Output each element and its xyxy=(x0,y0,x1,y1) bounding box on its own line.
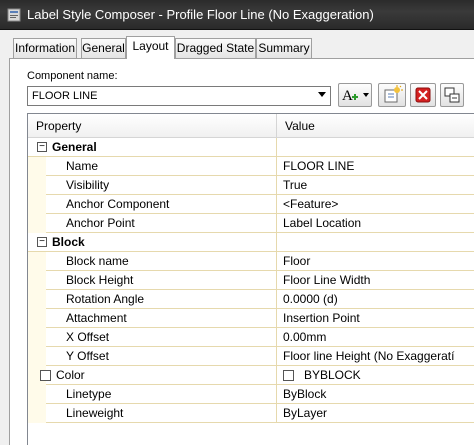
row-gutter xyxy=(28,271,46,290)
column-header-property[interactable]: Property xyxy=(28,114,81,138)
app-icon xyxy=(7,8,21,22)
add-component-icon: A xyxy=(342,88,369,104)
property-name-color: Color xyxy=(38,366,276,385)
property-value[interactable]: Floor xyxy=(276,252,474,271)
property-value[interactable]: True xyxy=(276,176,474,195)
row-gutter xyxy=(28,252,46,271)
tab-summary[interactable]: Summary xyxy=(256,38,312,58)
category-block-value xyxy=(276,233,474,252)
delete-component-icon xyxy=(415,87,431,103)
row-gutter xyxy=(28,385,46,404)
tab-information-label: Information xyxy=(14,41,76,55)
draw-order-icon xyxy=(444,87,460,103)
category-block[interactable]: − Block xyxy=(28,233,474,252)
property-name: Name xyxy=(66,159,99,173)
property-name: Color xyxy=(56,368,85,382)
color-swatch xyxy=(283,370,294,381)
property-row-color[interactable]: Color BYBLOCK xyxy=(28,366,474,385)
property-row-lineweight[interactable]: Lineweight ByLayer xyxy=(28,404,474,423)
copy-component-icon xyxy=(384,85,403,103)
property-name: Block name xyxy=(66,254,129,268)
property-name: Visibility xyxy=(66,178,110,192)
property-value[interactable]: Floor line Height (No Exaggeratí xyxy=(276,347,474,366)
row-gutter xyxy=(28,309,46,328)
tab-dragged-state-label: Dragged State xyxy=(176,41,255,55)
property-name: Rotation Angle xyxy=(66,292,145,306)
property-row-attachment[interactable]: Attachment Insertion Point xyxy=(28,309,474,328)
property-value[interactable]: 0.0000 (d) xyxy=(276,290,474,309)
window-title: Label Style Composer - Profile Floor Lin… xyxy=(27,7,374,22)
property-name: X Offset xyxy=(66,330,110,344)
property-row-block-height[interactable]: Block Height Floor Line Width xyxy=(28,271,474,290)
property-value[interactable]: ByBlock xyxy=(276,385,474,404)
component-name-dropdown[interactable]: FLOOR LINE xyxy=(27,86,331,106)
property-name: Block Height xyxy=(66,273,134,287)
color-override-checkbox[interactable] xyxy=(40,370,51,381)
property-grid[interactable]: Property Value − General Name FLOOR LINE… xyxy=(27,113,474,445)
component-name-label: Component name: xyxy=(27,70,118,82)
tab-dragged-state[interactable]: Dragged State xyxy=(175,38,256,58)
title-bar[interactable]: Label Style Composer - Profile Floor Lin… xyxy=(0,0,474,30)
row-gutter xyxy=(28,328,46,347)
row-gutter xyxy=(28,290,46,309)
tab-information[interactable]: Information xyxy=(13,38,77,58)
tab-layout-label: Layout xyxy=(132,39,169,53)
property-row-rotation-angle[interactable]: Rotation Angle 0.0000 (d) xyxy=(28,290,474,309)
tab-general[interactable]: General xyxy=(81,38,126,58)
property-name: Anchor Component xyxy=(66,197,170,211)
property-value[interactable]: ByLayer xyxy=(276,404,474,423)
grid-header: Property Value xyxy=(28,114,474,138)
tab-summary-label: Summary xyxy=(258,41,310,55)
copy-component-button[interactable] xyxy=(378,83,406,107)
property-row-name[interactable]: Name FLOOR LINE xyxy=(28,157,474,176)
row-gutter xyxy=(28,347,46,366)
row-gutter xyxy=(28,214,46,233)
row-gutter xyxy=(28,404,46,423)
category-general-value xyxy=(276,138,474,157)
property-row-anchor-point[interactable]: Anchor Point Label Location xyxy=(28,214,474,233)
property-value[interactable]: <Feature> xyxy=(276,195,474,214)
component-name-value: FLOOR LINE xyxy=(32,90,98,102)
category-block-label: Block xyxy=(52,235,85,249)
property-row-y-offset[interactable]: Y Offset Floor line Height (No Exaggerat… xyxy=(28,347,474,366)
tab-general-label: General xyxy=(82,41,125,55)
draw-order-button[interactable] xyxy=(440,83,464,107)
property-row-linetype[interactable]: Linetype ByBlock xyxy=(28,385,474,404)
category-general-label: General xyxy=(52,140,97,154)
property-name: Y Offset xyxy=(66,349,109,363)
property-name: Linetype xyxy=(66,387,112,401)
property-row-x-offset[interactable]: X Offset 0.00mm xyxy=(28,328,474,347)
svg-text:A: A xyxy=(342,88,353,104)
add-component-button[interactable]: A xyxy=(338,83,372,107)
column-header-value[interactable]: Value xyxy=(277,114,315,138)
row-gutter xyxy=(28,157,46,176)
property-value[interactable]: Insertion Point xyxy=(276,309,474,328)
property-row-block-name[interactable]: Block name Floor xyxy=(28,252,474,271)
property-name: Lineweight xyxy=(66,406,124,420)
property-name: Attachment xyxy=(66,311,127,325)
category-general[interactable]: − General xyxy=(28,138,474,157)
property-row-anchor-component[interactable]: Anchor Component <Feature> xyxy=(28,195,474,214)
delete-component-button[interactable] xyxy=(410,83,436,107)
property-value-color[interactable]: BYBLOCK xyxy=(276,366,474,385)
property-value[interactable]: Floor Line Width xyxy=(276,271,474,290)
property-name: Anchor Point xyxy=(66,216,135,230)
chevron-down-icon xyxy=(318,92,326,97)
row-gutter xyxy=(28,176,46,195)
property-value: BYBLOCK xyxy=(304,368,361,382)
property-value[interactable]: FLOOR LINE xyxy=(276,157,474,176)
row-gutter xyxy=(28,195,46,214)
property-value[interactable]: Label Location xyxy=(276,214,474,233)
tab-layout[interactable]: Layout xyxy=(126,36,175,59)
property-row-visibility[interactable]: Visibility True xyxy=(28,176,474,195)
property-value[interactable]: 0.00mm xyxy=(276,328,474,347)
